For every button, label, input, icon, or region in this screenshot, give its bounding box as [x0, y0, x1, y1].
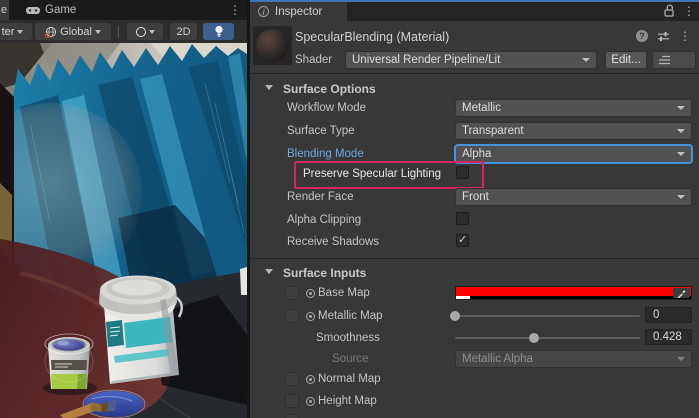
base-map-alpha-bar	[456, 296, 691, 299]
scene-render	[0, 43, 247, 418]
tab-game-label: Game	[45, 4, 76, 16]
surface-options-header[interactable]: Surface Options	[283, 82, 376, 96]
section-divider	[250, 73, 699, 74]
source-label: Source	[332, 353, 368, 365]
chevron-down-icon	[677, 106, 685, 110]
tab-inspector-label: Inspector	[275, 6, 322, 18]
list-icon	[658, 55, 671, 65]
shading-mode-button[interactable]	[127, 23, 163, 40]
tool-handle-position-button[interactable]: ter	[0, 23, 32, 40]
base-map-alpha-fill	[456, 296, 470, 299]
render-face-label: Render Face	[287, 191, 353, 203]
toolbar-separator	[118, 26, 119, 38]
base-map-color-swatch[interactable]	[455, 286, 692, 300]
normal-map-label: Normal Map	[318, 373, 381, 385]
chevron-down-icon	[677, 357, 685, 361]
inspector-panel: i Inspector ⋮ SpecularBlending (Material…	[250, 0, 699, 418]
smoothness-slider-knob[interactable]	[529, 333, 539, 343]
smoothness-slider[interactable]	[455, 337, 640, 339]
inspector-tab-bar: i Inspector ⋮	[250, 2, 699, 21]
scene-viewport[interactable]	[0, 43, 247, 418]
smoothness-label: Smoothness	[316, 332, 380, 344]
tab-game[interactable]: Game	[18, 0, 84, 20]
preserve-specular-label: Preserve Specular Lighting	[303, 168, 441, 180]
smoothness-value-field[interactable]: 0.428	[645, 329, 692, 345]
shader-label: Shader	[295, 54, 332, 66]
material-sphere	[256, 29, 289, 62]
unity-editor: e Game ⋮ ter	[0, 0, 699, 418]
chevron-down-icon	[677, 195, 685, 199]
scene-view-panel: e Game ⋮ ter	[0, 0, 247, 418]
inspector-menu-icon[interactable]: ⋮	[683, 5, 695, 17]
object-picker-icon[interactable]	[306, 397, 315, 406]
metallic-map-texture-slot[interactable]	[285, 309, 299, 323]
chevron-down-icon	[95, 30, 101, 34]
scene-tab-bar: e Game ⋮	[0, 0, 247, 20]
workflow-mode-label: Workflow Mode	[287, 102, 366, 114]
help-icon[interactable]: ?	[636, 30, 648, 42]
shaded-mode-icon	[136, 27, 146, 37]
surface-inputs-header[interactable]: Surface Inputs	[283, 266, 366, 280]
render-face-dropdown[interactable]: Front	[455, 188, 692, 206]
section-divider	[250, 258, 699, 259]
presets-icon[interactable]	[657, 31, 670, 42]
tab-inspector[interactable]: i Inspector	[250, 2, 347, 21]
tab-scene-partial[interactable]: e	[0, 0, 9, 20]
alpha-clipping-checkbox[interactable]: ✓	[456, 212, 469, 225]
object-picker-icon[interactable]	[306, 375, 315, 384]
base-map-color	[456, 287, 691, 296]
receive-shadows-label: Receive Shadows	[287, 236, 379, 248]
next-texture-slot-partial[interactable]	[285, 414, 299, 418]
metallic-value-field[interactable]: 0	[645, 307, 692, 323]
object-picker-icon[interactable]	[306, 289, 315, 298]
normal-map-texture-slot[interactable]	[285, 372, 299, 386]
chevron-down-icon	[582, 58, 590, 62]
shader-edit-button[interactable]: Edit...	[605, 51, 647, 69]
chevron-down-icon	[149, 30, 155, 34]
blending-mode-dropdown[interactable]: Alpha	[455, 145, 692, 163]
lightbulb-icon	[214, 25, 224, 38]
shader-options-button[interactable]	[652, 51, 696, 69]
chevron-down-icon	[677, 152, 685, 156]
chevron-down-icon	[677, 129, 685, 133]
preserve-specular-checkbox[interactable]: ✓	[456, 166, 469, 179]
globe-icon	[45, 26, 57, 38]
height-map-label: Height Map	[318, 395, 377, 407]
tool-handle-rotation-button[interactable]: Global	[35, 23, 111, 40]
workflow-mode-dropdown[interactable]: Metallic	[455, 99, 692, 117]
height-map-texture-slot[interactable]	[285, 394, 299, 408]
shader-dropdown[interactable]: Universal Render Pipeline/Lit	[345, 51, 597, 69]
source-dropdown: Metallic Alpha	[455, 350, 692, 368]
base-map-texture-slot[interactable]	[285, 286, 299, 300]
chevron-down-icon	[17, 30, 23, 34]
scene-toolbar: ter Global 2D	[0, 20, 247, 44]
paint-can	[45, 334, 93, 389]
lock-open-icon[interactable]	[664, 4, 675, 17]
alpha-clipping-label: Alpha Clipping	[287, 214, 361, 226]
toggle-2d-button[interactable]: 2D	[170, 23, 197, 40]
metallic-map-label: Metallic Map	[318, 310, 383, 322]
blending-mode-label: Blending Mode	[287, 148, 364, 160]
info-icon: i	[258, 6, 269, 17]
material-preview-thumbnail[interactable]	[253, 26, 292, 65]
panel-menu-icon[interactable]: ⋮	[229, 0, 241, 20]
receive-shadows-checkbox[interactable]: ✓	[456, 234, 469, 247]
material-menu-icon[interactable]: ⋮	[679, 30, 691, 42]
eyedropper-icon[interactable]	[673, 288, 690, 298]
metallic-slider-knob[interactable]	[450, 311, 460, 321]
material-header: SpecularBlending (Material) ? ⋮ Shader U…	[250, 21, 699, 73]
metallic-slider[interactable]	[455, 315, 640, 317]
surface-type-label: Surface Type	[287, 125, 355, 137]
surface-type-dropdown[interactable]: Transparent	[455, 122, 692, 140]
scene-lighting-toggle-button[interactable]	[203, 23, 234, 40]
paint-bucket	[99, 276, 182, 385]
object-picker-icon[interactable]	[306, 312, 315, 321]
material-title: SpecularBlending (Material)	[295, 30, 449, 44]
foldout-arrow-icon[interactable]	[265, 85, 273, 90]
base-map-label: Base Map	[318, 287, 370, 299]
foldout-arrow-icon[interactable]	[265, 269, 273, 274]
gamepad-icon	[26, 6, 40, 15]
